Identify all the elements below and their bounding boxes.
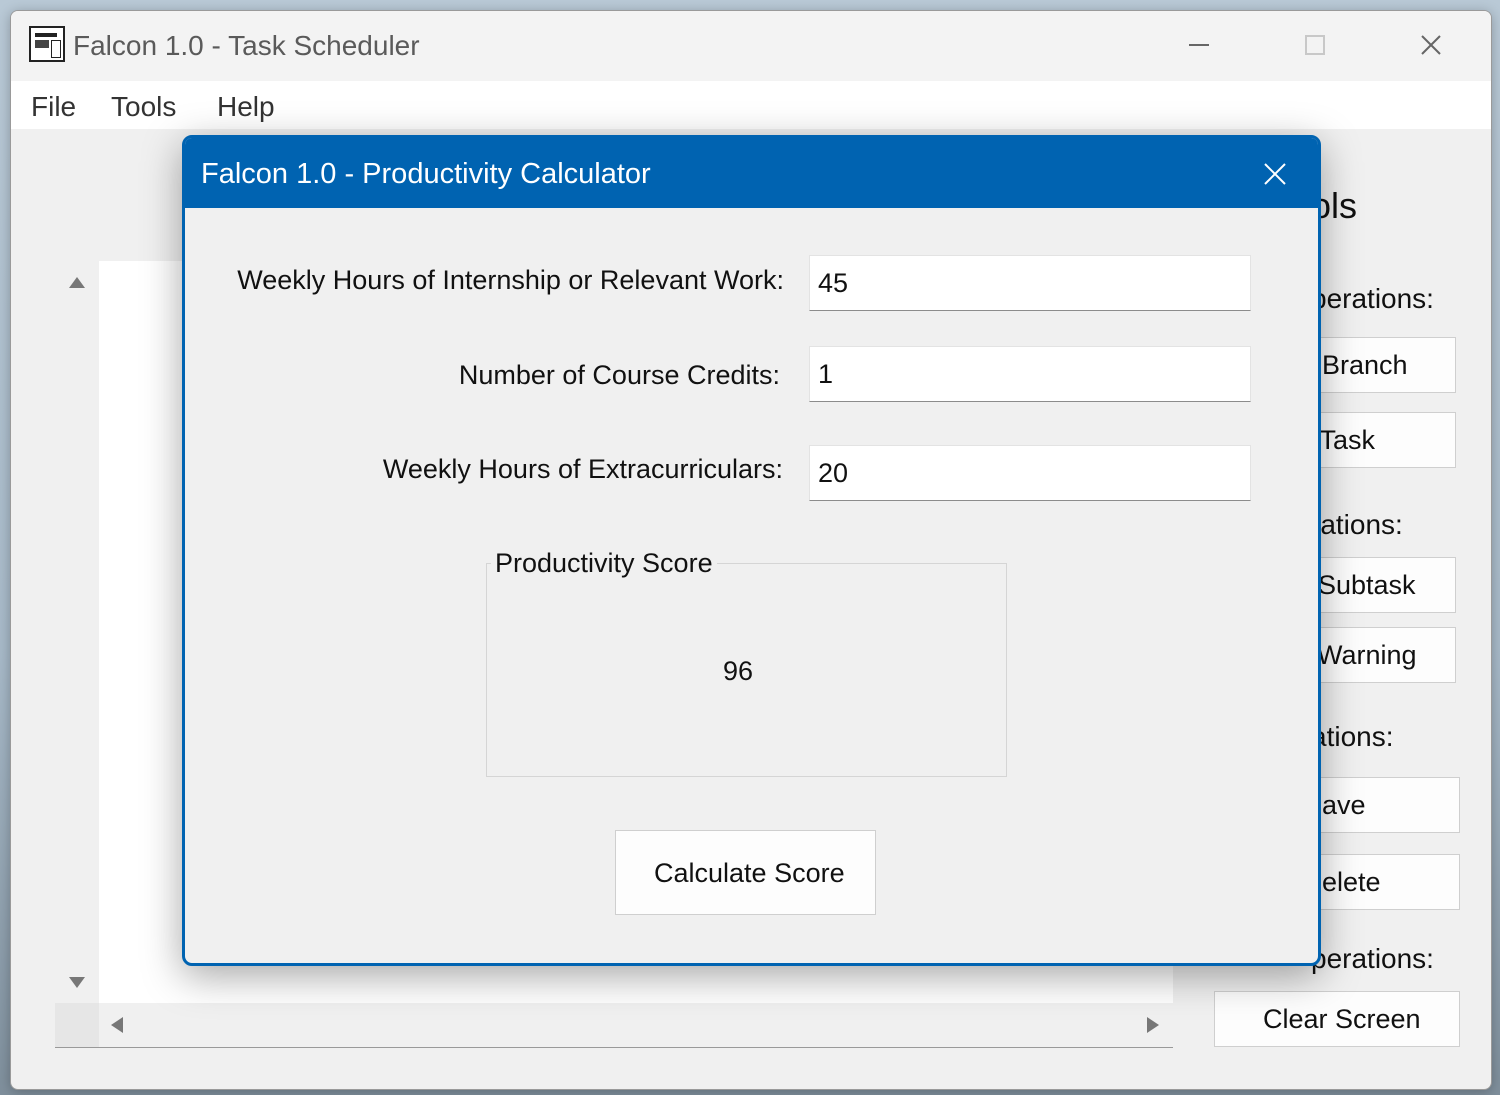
app-icon bbox=[29, 26, 65, 62]
dialog-title: Falcon 1.0 - Productivity Calculator bbox=[201, 158, 651, 190]
horizontal-scrollbar[interactable] bbox=[99, 1003, 1173, 1047]
scroll-up-icon[interactable] bbox=[69, 277, 85, 288]
vertical-scrollbar[interactable] bbox=[55, 261, 99, 1003]
extracurricular-hours-input[interactable] bbox=[809, 445, 1251, 501]
clear-screen-label: Clear Screen bbox=[1263, 1004, 1421, 1034]
window-title: Falcon 1.0 - Task Scheduler bbox=[73, 30, 420, 61]
save-button-label: ave bbox=[1322, 790, 1366, 820]
extracurricular-hours-label: Weekly Hours of Extracurriculars: bbox=[382, 454, 783, 484]
minimize-icon bbox=[1189, 44, 1209, 46]
scroll-left-icon[interactable] bbox=[111, 1017, 123, 1033]
dialog-title-bar: Falcon 1.0 - Productivity Calculator bbox=[185, 138, 1318, 208]
subtask-button-label: Subtask bbox=[1318, 570, 1416, 600]
menu-file[interactable]: File bbox=[31, 91, 76, 123]
close-icon bbox=[1264, 163, 1286, 185]
calculate-score-button[interactable]: Calculate Score bbox=[615, 830, 876, 915]
minimize-button[interactable] bbox=[1171, 21, 1227, 69]
section-label-4: perations: bbox=[1311, 943, 1434, 974]
course-credits-label: Number of Course Credits: bbox=[458, 360, 780, 390]
dialog-close-button[interactable] bbox=[1255, 156, 1295, 192]
internship-hours-label: Weekly Hours of Internship or Relevant W… bbox=[237, 265, 784, 295]
clear-screen-button[interactable]: Clear Screen bbox=[1214, 991, 1460, 1047]
calculate-score-label: Calculate Score bbox=[654, 858, 845, 888]
maximize-button[interactable] bbox=[1287, 21, 1343, 69]
productivity-score-label: Productivity Score bbox=[491, 548, 717, 579]
internship-hours-input[interactable] bbox=[809, 255, 1251, 311]
close-icon bbox=[1421, 35, 1441, 55]
productivity-score-value: 96 bbox=[723, 656, 754, 686]
delete-button-label: elete bbox=[1322, 867, 1381, 897]
productivity-calculator-dialog: Falcon 1.0 - Productivity Calculator Wee… bbox=[182, 135, 1321, 966]
warning-button-label: Warning bbox=[1317, 640, 1417, 670]
title-bar: Falcon 1.0 - Task Scheduler bbox=[11, 11, 1491, 81]
maximize-icon bbox=[1305, 35, 1325, 55]
menu-help[interactable]: Help bbox=[217, 91, 275, 123]
section-label-3: ations: bbox=[1311, 721, 1394, 752]
branch-button-label: Branch bbox=[1322, 350, 1408, 380]
section-label-1: perations: bbox=[1311, 283, 1434, 314]
section-label-2: rations: bbox=[1311, 509, 1403, 540]
menu-tools[interactable]: Tools bbox=[111, 91, 176, 123]
menu-bar: File Tools Help bbox=[11, 81, 1491, 129]
course-credits-input[interactable] bbox=[809, 346, 1251, 402]
scroll-down-icon[interactable] bbox=[69, 977, 85, 988]
close-button[interactable] bbox=[1403, 21, 1459, 69]
scroll-right-icon[interactable] bbox=[1147, 1017, 1159, 1033]
